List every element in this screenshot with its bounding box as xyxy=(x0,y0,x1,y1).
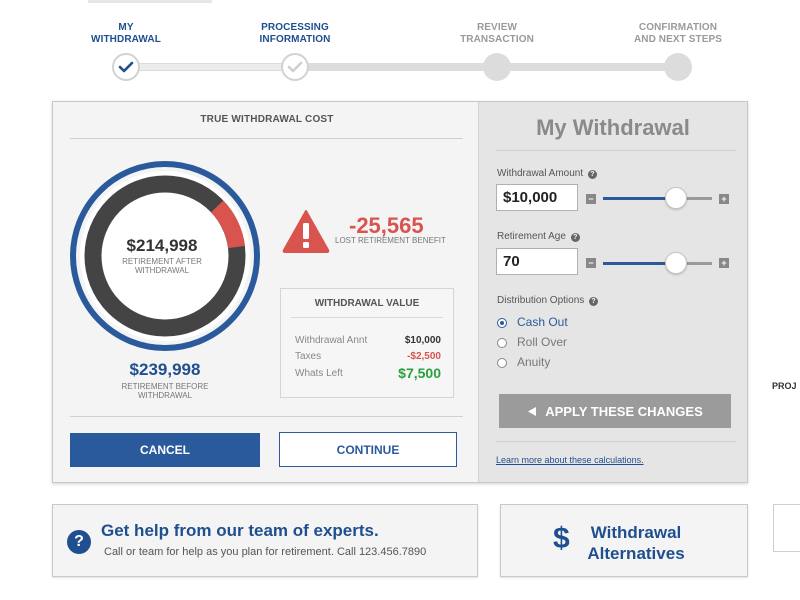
after-withdrawal-summary: $214,998 RETIREMENT AFTER WITHDRAWAL xyxy=(112,236,212,275)
divider xyxy=(496,150,736,151)
after-withdrawal-amount: $214,998 xyxy=(126,236,198,255)
withdrawal-value-title: WITHDRAWAL VALUE xyxy=(314,298,420,309)
slider-knob[interactable] xyxy=(665,252,688,274)
minus-icon[interactable]: − xyxy=(586,258,596,268)
label-text: Distribution Options xyxy=(497,295,585,306)
button-label: APPLY THESE CHANGES xyxy=(545,403,703,419)
label-text: Retirement Age xyxy=(497,231,566,242)
row-label: Withdrawal Annt xyxy=(295,335,368,346)
withdrawal-card: TRUE WITHDRAWAL COST $214,998 RETIREMENT… xyxy=(52,101,748,483)
step-my-withdrawal[interactable]: MY WITHDRAWAL xyxy=(56,22,196,46)
stepper-track-completed xyxy=(126,64,296,70)
step-label: CONFIRMATION AND NEXT STEPS xyxy=(633,22,723,45)
divider xyxy=(70,138,463,139)
before-withdrawal-amount: $239,998 xyxy=(129,360,201,379)
retirement-age-input[interactable]: 70 xyxy=(496,248,578,275)
slider-knob[interactable] xyxy=(665,187,688,209)
help-icon[interactable]: ? xyxy=(587,170,597,179)
step-dot-4 xyxy=(664,53,692,81)
panel-title: My Withdrawal xyxy=(536,115,690,140)
step-label: PROCESSING INFORMATION xyxy=(259,22,331,45)
expert-help-card[interactable]: ? Get help from our team of experts. Cal… xyxy=(52,504,478,577)
radio-cash-out[interactable] xyxy=(497,318,507,328)
row-value: $7,500 xyxy=(398,365,441,381)
withdrawal-alternatives-card[interactable]: $ Withdrawal Alternatives xyxy=(500,504,748,577)
row-value: $10,000 xyxy=(404,335,441,346)
option-cash-out-label[interactable]: Cash Out xyxy=(517,315,568,329)
divider xyxy=(70,416,463,417)
row-value: -$2,500 xyxy=(407,351,441,362)
withdrawal-value-box: WITHDRAWAL VALUE Withdrawal Annt $10,000… xyxy=(280,288,454,398)
help-icon[interactable]: ? xyxy=(589,297,599,306)
row-label: Whats Left xyxy=(295,368,343,379)
row-label: Taxes xyxy=(295,351,322,362)
whats-left-row: Whats Left $7,500 xyxy=(295,365,441,381)
continue-button[interactable]: CONTINUE xyxy=(279,432,457,467)
step-label: REVIEW TRANSACTION xyxy=(460,22,534,45)
help-card-subtitle: Call or team for help as you plan for re… xyxy=(104,546,427,558)
radio-anuity[interactable] xyxy=(497,358,507,368)
radio-roll-over[interactable] xyxy=(497,338,507,348)
check-icon xyxy=(287,61,303,73)
play-left-icon xyxy=(528,406,537,416)
true-cost-section: TRUE WITHDRAWAL COST $214,998 RETIREMENT… xyxy=(53,102,478,482)
withdrawal-amount-label: Withdrawal Amount ? xyxy=(497,168,597,179)
option-anuity-label[interactable]: Anuity xyxy=(517,355,550,369)
plus-icon[interactable]: + xyxy=(719,258,729,268)
apply-changes-button[interactable]: APPLY THESE CHANGES xyxy=(499,394,731,428)
divider xyxy=(291,317,443,318)
taxes-row: Taxes -$2,500 xyxy=(295,351,441,362)
step-processing-information[interactable]: PROCESSING INFORMATION xyxy=(225,22,365,46)
alternatives-title: Withdrawal Alternatives xyxy=(587,523,685,563)
step-dot-1 xyxy=(112,53,140,81)
before-withdrawal-summary: $239,998 RETIREMENT BEFORE WITHDRAWAL xyxy=(98,360,232,400)
divider xyxy=(496,441,736,442)
side-card-stub xyxy=(773,504,800,552)
dollar-icon: $ xyxy=(553,522,570,555)
withdrawal-amount-input[interactable]: $10,000 xyxy=(496,184,578,211)
section-title: TRUE WITHDRAWAL COST xyxy=(200,114,334,125)
step-confirmation[interactable]: CONFIRMATION AND NEXT STEPS xyxy=(608,22,748,46)
lost-benefit-label: LOST RETIREMENT BENEFIT xyxy=(335,236,446,245)
step-review-transaction[interactable]: REVIEW TRANSACTION xyxy=(427,22,567,46)
after-withdrawal-label: RETIREMENT AFTER WITHDRAWAL xyxy=(122,257,202,275)
help-icon: ? xyxy=(67,530,91,554)
minus-icon[interactable]: − xyxy=(586,194,596,204)
cancel-button[interactable]: CANCEL xyxy=(70,433,260,467)
step-label: MY WITHDRAWAL xyxy=(91,22,161,45)
plus-icon[interactable]: + xyxy=(719,194,729,204)
withdrawal-amount-row: Withdrawal Annt $10,000 xyxy=(295,335,441,346)
warning-icon xyxy=(282,210,330,253)
option-roll-over-label[interactable]: Roll Over xyxy=(517,335,567,349)
distribution-options-label: Distribution Options ? xyxy=(497,295,599,306)
retirement-age-label: Retirement Age ? xyxy=(497,231,580,242)
check-icon xyxy=(118,61,134,73)
step-dot-3 xyxy=(483,53,511,81)
learn-more-link[interactable]: Learn more about these calculations. xyxy=(496,455,644,465)
label-text: Withdrawal Amount xyxy=(497,168,584,179)
before-withdrawal-label: RETIREMENT BEFORE WITHDRAWAL xyxy=(121,382,209,400)
help-card-title: Get help from our team of experts. xyxy=(101,521,379,540)
withdrawal-page: MY WITHDRAWAL PROCESSING INFORMATION REV… xyxy=(0,0,800,600)
help-icon[interactable]: ? xyxy=(570,233,580,242)
my-withdrawal-panel: My Withdrawal Withdrawal Amount ? $10,00… xyxy=(478,102,747,482)
step-dot-2 xyxy=(281,53,309,81)
projection-label-stub: PROJ xyxy=(772,381,797,391)
top-tab-stub xyxy=(88,0,212,3)
